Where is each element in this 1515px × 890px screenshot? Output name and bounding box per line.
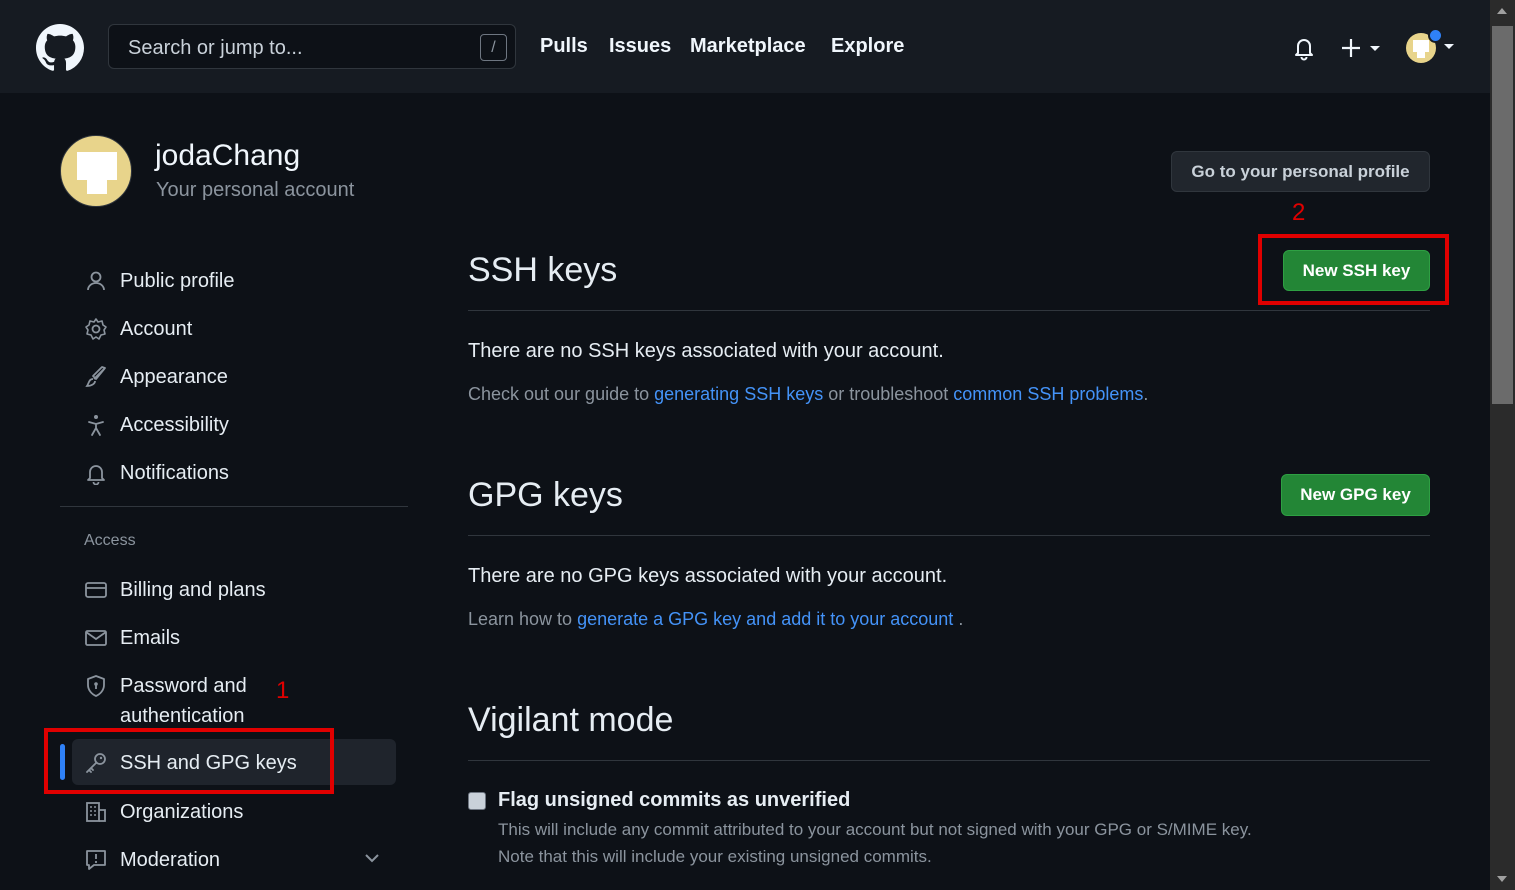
search-input[interactable]: Search or jump to... /: [108, 24, 516, 69]
mail-icon: [84, 626, 108, 650]
annotation-number-1: 1: [276, 677, 290, 704]
sidebar-item-organizations[interactable]: Organizations: [72, 788, 396, 834]
nav-pulls[interactable]: Pulls: [540, 35, 588, 58]
guide-middle: or troubleshoot: [823, 384, 954, 404]
new-gpg-key-button[interactable]: New GPG key: [1281, 474, 1430, 516]
sidebar-item-billing[interactable]: Billing and plans: [72, 566, 396, 612]
sidebar-item-label: Moderation: [120, 849, 221, 871]
sidebar-item-public-profile[interactable]: Public profile: [72, 257, 396, 303]
paintbrush-icon: [84, 365, 108, 389]
gpg-learn-text: Learn how to generate a GPG key and add …: [468, 609, 963, 630]
vigilant-mode-title: Vigilant mode: [468, 701, 674, 739]
sidebar-item-label: Password and: [120, 675, 247, 697]
report-icon: [84, 848, 108, 872]
section-divider: [468, 310, 1430, 311]
sidebar-item-label: Account: [120, 318, 193, 340]
credit-card-icon: [84, 578, 108, 602]
guide-prefix: Check out our guide to: [468, 384, 655, 404]
scrollbar[interactable]: [1490, 0, 1515, 890]
sidebar-item-label: Accessibility: [120, 414, 229, 436]
sidebar-item-notifications[interactable]: Notifications: [72, 449, 396, 495]
search-shortcut-key: /: [480, 34, 507, 61]
sidebar-heading-access: Access: [84, 532, 136, 549]
sidebar-item-appearance[interactable]: Appearance: [72, 353, 396, 399]
ssh-empty-message: There are no SSH keys associated with yo…: [468, 340, 944, 362]
scroll-down-arrow-icon[interactable]: [1497, 876, 1507, 882]
guide-suffix: .: [1143, 384, 1149, 404]
annotation-box-step1: [44, 728, 334, 794]
top-header: Search or jump to... / Pulls Issues Mark…: [0, 0, 1490, 93]
search-placeholder: Search or jump to...: [128, 37, 303, 59]
gpg-keys-title: GPG keys: [468, 476, 623, 514]
username[interactable]: jodaChang: [155, 139, 300, 173]
sidebar-item-label-line2: authentication: [120, 705, 245, 727]
scroll-up-arrow-icon[interactable]: [1497, 8, 1507, 14]
vigilant-note: Note that this will include your existin…: [498, 847, 932, 866]
learn-prefix: Learn how to: [468, 609, 578, 629]
gear-icon: [84, 317, 108, 341]
bell-icon[interactable]: [1292, 35, 1316, 66]
gpg-empty-message: There are no GPG keys associated with yo…: [468, 565, 948, 587]
plus-icon[interactable]: [1340, 37, 1362, 64]
sidebar-item-accessibility[interactable]: Accessibility: [72, 401, 396, 447]
annotation-box-step2: [1258, 234, 1449, 305]
organization-icon: [84, 800, 108, 824]
sidebar-item-label: Billing and plans: [120, 579, 266, 601]
ssh-guide-text: Check out our guide to generating SSH ke…: [468, 384, 1148, 405]
sidebar-item-password[interactable]: Password and authentication: [72, 662, 396, 732]
flag-unsigned-checkbox[interactable]: [468, 792, 486, 810]
ssh-keys-title: SSH keys: [468, 251, 618, 289]
github-logo-icon[interactable]: [36, 24, 84, 72]
sidebar-divider: [60, 506, 408, 507]
sidebar-item-label: Emails: [120, 627, 181, 649]
section-divider: [468, 535, 1430, 536]
nav-marketplace[interactable]: Marketplace: [690, 35, 806, 58]
sidebar-item-label: Organizations: [120, 801, 244, 823]
chevron-down-icon[interactable]: [1444, 44, 1454, 49]
sidebar-item-moderation[interactable]: Moderation: [72, 836, 396, 882]
flag-unsigned-label[interactable]: Flag unsigned commits as unverified: [498, 789, 850, 812]
chevron-down-icon[interactable]: [1370, 46, 1380, 51]
sidebar-item-account[interactable]: Account: [72, 305, 396, 351]
sidebar-item-label: Appearance: [120, 366, 228, 388]
annotation-number-2: 2: [1292, 199, 1306, 226]
common-ssh-problems-link[interactable]: common SSH problems: [953, 384, 1143, 404]
sidebar-item-label: Notifications: [120, 462, 229, 484]
nav-issues[interactable]: Issues: [609, 35, 671, 58]
person-icon: [84, 269, 108, 293]
sidebar-item-label: Public profile: [120, 270, 235, 292]
sidebar-item-emails[interactable]: Emails: [72, 614, 396, 660]
nav-explore[interactable]: Explore: [831, 35, 904, 58]
chevron-down-icon[interactable]: [364, 850, 380, 871]
generating-ssh-keys-link[interactable]: generating SSH keys: [654, 384, 823, 404]
scroll-thumb[interactable]: [1492, 26, 1513, 404]
section-divider: [468, 760, 1430, 761]
shield-icon: [84, 674, 108, 698]
generate-gpg-key-link[interactable]: generate a GPG key and add it to your ac…: [577, 609, 953, 629]
accessibility-icon: [84, 413, 108, 437]
bell-icon: [84, 461, 108, 486]
vigilant-note: This will include any commit attributed …: [498, 820, 1252, 839]
avatar: [60, 135, 132, 207]
go-to-profile-button[interactable]: Go to your personal profile: [1171, 151, 1430, 192]
account-subtitle: Your personal account: [156, 179, 355, 201]
learn-suffix: .: [953, 609, 964, 629]
notification-dot: [1428, 28, 1443, 43]
